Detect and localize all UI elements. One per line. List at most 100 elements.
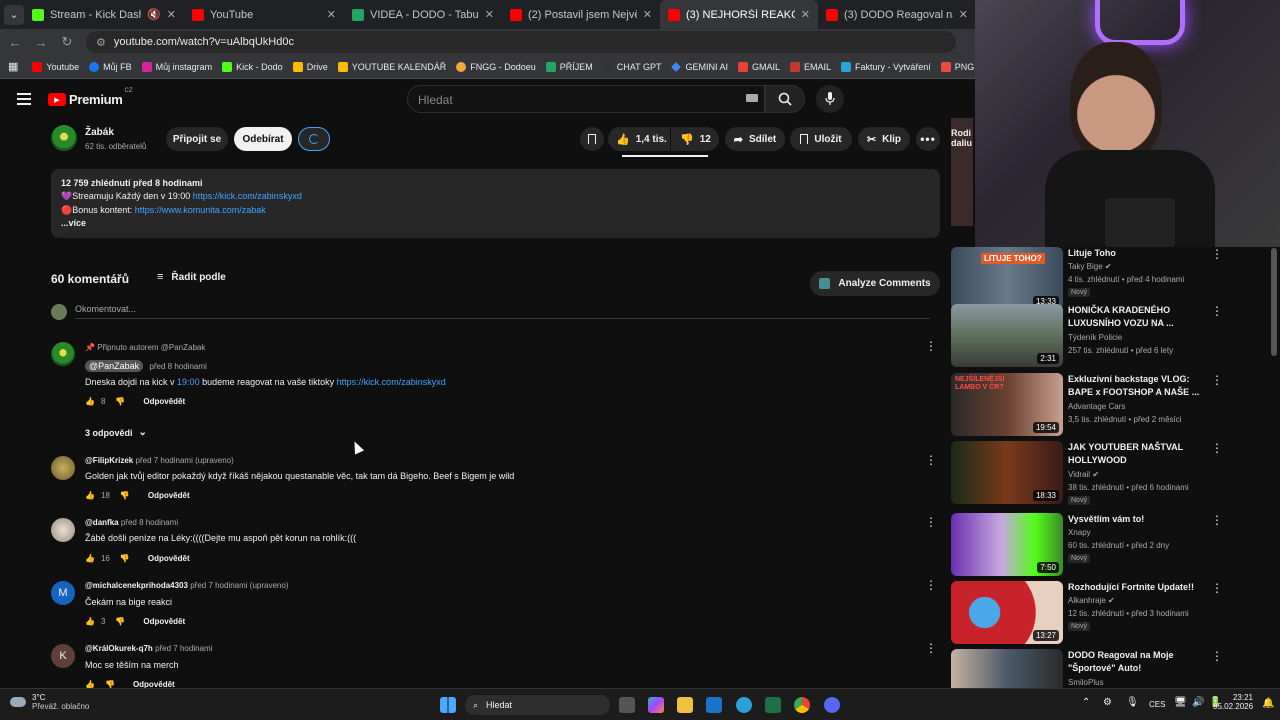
dislike-icon[interactable]: 👎	[115, 617, 125, 626]
reply-button[interactable]: Odpovědět	[143, 617, 185, 626]
tray-app-icon[interactable]: ⚙	[1103, 697, 1112, 708]
comment-time[interactable]: před 7 hodinami (upraveno)	[190, 581, 288, 590]
voice-search-button[interactable]	[816, 85, 844, 113]
recommended-video[interactable]: 2:31 HONIČKA KRADENÉHO LUXUSNÍHO VOZU NA…	[951, 304, 1261, 368]
bookmark-fb[interactable]: Můj FB	[89, 61, 132, 72]
recommended-video[interactable]: DODO Reagoval na Moje "Športové" Auto! S…	[951, 649, 1261, 688]
comment-avatar[interactable]	[51, 342, 75, 366]
video-thumbnail[interactable]	[951, 649, 1063, 688]
save-button[interactable]: Uložit	[790, 127, 852, 151]
apps-icon[interactable]: ▦	[8, 60, 18, 73]
notification-loading[interactable]	[298, 127, 330, 151]
mute-icon[interactable]: 🔇	[147, 8, 161, 21]
comment-avatar[interactable]	[51, 518, 75, 542]
site-info-icon[interactable]: ⚙	[96, 36, 106, 49]
weather-widget[interactable]: 3°C Převáž. oblačno	[10, 693, 89, 711]
tab-sheets[interactable]: VIDEA - DODO - Tabulky Goog ✕	[344, 0, 502, 29]
comment-time[interactable]: před 8 hodinami	[149, 362, 206, 371]
like-button[interactable]: 👍 1,4 tis.	[608, 127, 670, 151]
reply-button[interactable]: Odpovědět	[148, 554, 190, 563]
comment-menu-icon[interactable]: ⋮	[925, 516, 937, 528]
recommended-video[interactable]: 13:27 Rozhodující Fortnite Update!! Alka…	[951, 581, 1261, 645]
bookmark-fngg[interactable]: FNGG - Dodoeu	[456, 61, 536, 72]
analyze-comments-button[interactable]: Analyze Comments	[810, 271, 940, 296]
tab-video-active[interactable]: (3) NEJHORŠÍ REAKČNÍ KANÁL ✕	[660, 0, 818, 29]
menu-icon[interactable]	[17, 93, 31, 105]
bookmark-kick[interactable]: Kick - Dodo	[222, 61, 283, 72]
comment-author[interactable]: @FilipKrizek	[85, 456, 133, 465]
comment-avatar[interactable]: M	[51, 581, 75, 605]
tab-youtube[interactable]: YouTube ✕	[184, 0, 344, 29]
tab-video-3[interactable]: (3) DODO Reagoval na Moje "Š ✕	[818, 0, 976, 29]
page-scrollbar[interactable]	[1271, 248, 1277, 356]
channel-name[interactable]: Žabák	[85, 127, 114, 138]
excel-icon[interactable]	[765, 697, 781, 713]
tab-kick-dashboard[interactable]: Stream - Kick Dashboard 🔇 ✕	[24, 0, 184, 29]
close-tab-icon[interactable]: ✕	[327, 8, 336, 21]
search-button[interactable]	[765, 85, 805, 113]
overlay-partial-video[interactable]: Rodi daliu	[951, 118, 973, 226]
video-thumbnail[interactable]: 7:50	[951, 513, 1063, 576]
youtube-logo[interactable]: ▶ Premium CZ	[48, 88, 133, 107]
sort-button[interactable]: ≡ Řadit podle	[157, 271, 226, 283]
timestamp-link[interactable]: 19:00	[177, 377, 200, 387]
tray-mic-icon[interactable]: 🎙	[1126, 697, 1139, 708]
video-menu-icon[interactable]: ⋮	[1211, 247, 1223, 261]
comment-menu-icon[interactable]: ⋮	[925, 454, 937, 466]
volume-icon[interactable]: 🔊	[1192, 697, 1204, 708]
recommended-video[interactable]: LITUJE TOHO? 13:33 Lituje Toho Taky Bige…	[951, 247, 1261, 311]
close-tab-icon[interactable]: ✕	[643, 8, 652, 21]
like-icon[interactable]: 👍	[85, 554, 95, 563]
bookmark-instagram[interactable]: Můj instagram	[141, 61, 212, 72]
keyboard-icon[interactable]	[746, 94, 758, 102]
video-menu-icon[interactable]: ⋮	[1211, 441, 1223, 455]
discord-icon[interactable]	[824, 697, 840, 713]
like-icon[interactable]: 👍	[85, 617, 95, 626]
like-icon[interactable]: 👍	[85, 491, 95, 500]
dislike-icon[interactable]: 👎	[115, 397, 125, 406]
more-actions-button[interactable]: •••	[916, 127, 940, 151]
tray-chevron-icon[interactable]: ⌃	[1082, 697, 1090, 708]
like-icon[interactable]: 👍	[85, 397, 95, 406]
outlook-icon[interactable]	[706, 697, 722, 713]
video-thumbnail[interactable]: 13:27	[951, 581, 1063, 644]
video-menu-icon[interactable]: ⋮	[1211, 304, 1223, 318]
kick-link[interactable]: https://kick.com/zabinskyxd	[193, 191, 302, 201]
video-thumbnail[interactable]: 2:31	[951, 304, 1063, 367]
close-tab-icon[interactable]: ✕	[801, 8, 810, 21]
video-menu-icon[interactable]: ⋮	[1211, 649, 1223, 663]
comment-avatar[interactable]: K	[51, 644, 75, 668]
forward-icon[interactable]: →	[30, 35, 52, 50]
author-badge[interactable]: @PanZabak	[85, 360, 144, 372]
video-thumbnail[interactable]: 18:33	[951, 441, 1063, 504]
close-tab-icon[interactable]: ✕	[959, 8, 968, 21]
clip-button[interactable]: ✂ Klip	[858, 127, 910, 151]
recommended-video[interactable]: 7:50 Vysvětlím vám to! Xnapy 60 tis. zhl…	[951, 513, 1261, 577]
task-view-icon[interactable]	[619, 697, 635, 713]
comment-menu-icon[interactable]: ⋮	[925, 642, 937, 654]
edge-icon[interactable]	[736, 697, 752, 713]
taskbar-search[interactable]: ⌕ Hledat	[465, 695, 610, 715]
address-bar[interactable]: ⚙ youtube.com/watch?v=uAlbqUkHd0c	[86, 31, 956, 53]
close-tab-icon[interactable]: ✕	[167, 8, 176, 21]
tab-video-2[interactable]: (2) Postavil jsem Největší Kluzi ✕	[502, 0, 660, 29]
clock[interactable]: 23:21 05.02.2026	[1213, 693, 1253, 711]
copilot-icon[interactable]	[648, 697, 664, 713]
file-explorer-icon[interactable]	[677, 697, 693, 713]
start-icon[interactable]	[440, 697, 456, 713]
video-menu-icon[interactable]: ⋮	[1211, 581, 1223, 595]
bookmark-prijem[interactable]: PŘÍJEM	[545, 61, 593, 72]
bookmark-button[interactable]	[580, 127, 604, 151]
add-comment-input[interactable]: Okomentovat...	[75, 304, 930, 319]
komunita-link[interactable]: https://www.komunita.com/zabak	[135, 205, 266, 215]
join-button[interactable]: Připojit se	[166, 127, 228, 151]
notification-icon[interactable]: 🔔	[1262, 698, 1274, 709]
comment-author[interactable]: @michalcenekprihoda4303	[85, 581, 188, 590]
video-description[interactable]: 12 759 zhlédnutí před 8 hodinami 💜Stream…	[51, 169, 940, 238]
tab-search-dropdown-icon[interactable]: ⌄	[4, 4, 24, 25]
chrome-icon[interactable]	[794, 697, 810, 713]
comment-author[interactable]: @KrálOkurek-q7h	[85, 644, 153, 653]
video-menu-icon[interactable]: ⋮	[1211, 513, 1223, 527]
comment-author[interactable]: @danfka	[85, 518, 119, 527]
bookmark-gemini[interactable]: GEMINI AI	[671, 62, 728, 72]
